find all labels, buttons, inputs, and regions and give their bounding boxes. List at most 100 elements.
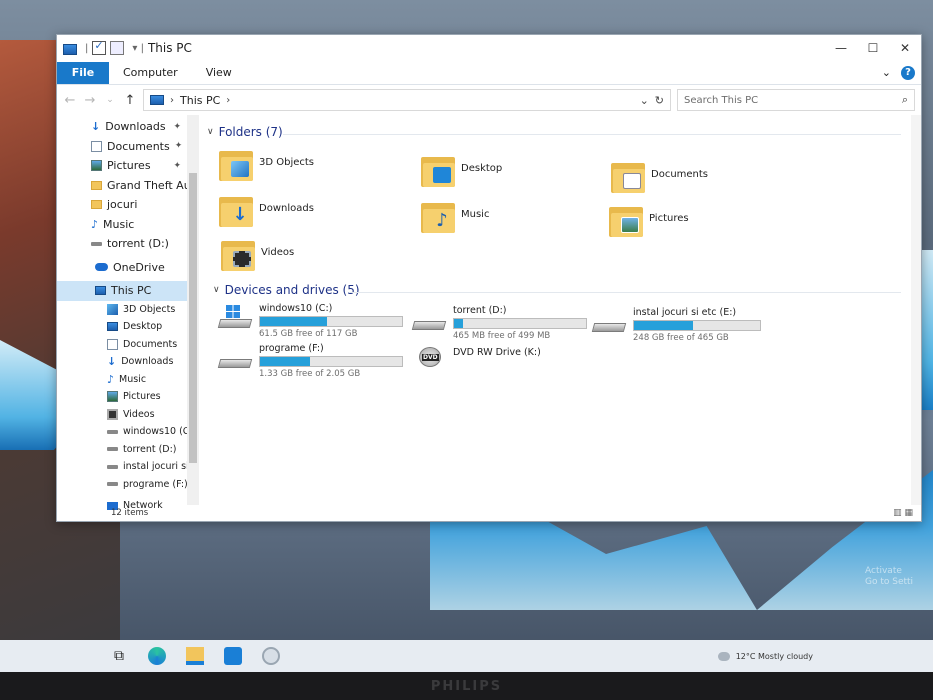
- folder-documents[interactable]: Documents: [611, 163, 791, 193]
- sidebar-item-videos-pc[interactable]: Videos: [57, 406, 199, 424]
- drive-icon: [107, 447, 118, 452]
- windows-drive-icon: [217, 303, 253, 331]
- folder-label: Documents: [651, 169, 709, 180]
- content-scrollbar[interactable]: [911, 115, 921, 505]
- sidebar-scroll-thumb[interactable]: [189, 173, 197, 463]
- edge-browser-icon[interactable]: [148, 647, 166, 665]
- sidebar-item-drive-e[interactable]: instal jocuri si et: [57, 458, 199, 476]
- drive-d[interactable]: torrent (D:) 465 MB free of 499 MB: [411, 305, 603, 341]
- search-placeholder: Search This PC: [684, 94, 759, 106]
- sidebar-item-pictures[interactable]: Pictures ✦: [57, 156, 199, 176]
- drive-name: torrent (D:): [453, 305, 507, 316]
- help-icon[interactable]: ?: [901, 65, 915, 80]
- file-explorer-window: | ▾ | This PC — ☐ ✕ File Computer View ⌄…: [56, 34, 922, 522]
- sidebar-item-label: programe (F:): [123, 478, 188, 490]
- window-title: This PC: [147, 41, 192, 55]
- status-bar: 12 items ▥ ▦: [57, 505, 921, 521]
- explorer-body: ↓ Downloads ✦ Documents ✦ Pictures ✦ Gra…: [57, 115, 921, 511]
- sidebar-item-drive-f[interactable]: programe (F:): [57, 476, 199, 494]
- sidebar-item-downloads-pc[interactable]: ↓ Downloads: [57, 353, 199, 371]
- sidebar-item-torrent[interactable]: torrent (D:): [57, 234, 199, 254]
- section-title: Folders (7): [218, 125, 283, 139]
- drive-icon: [107, 429, 118, 434]
- forward-arrow-icon[interactable]: →: [83, 93, 97, 108]
- maximize-button[interactable]: ☐: [857, 41, 889, 55]
- drive-usage-fill: [260, 357, 310, 366]
- sidebar-item-label: Documents: [123, 338, 178, 350]
- store-icon[interactable]: [224, 647, 242, 665]
- up-arrow-icon[interactable]: ↑: [123, 93, 137, 108]
- file-explorer-icon[interactable]: [186, 647, 204, 665]
- sidebar-item-label: Downloads: [121, 356, 174, 368]
- hard-drive-icon: [217, 343, 253, 371]
- recent-locations-chevron-icon[interactable]: ⌄: [103, 95, 117, 105]
- sidebar-scrollbar[interactable]: [187, 115, 199, 505]
- drive-usage-bar: [633, 320, 761, 331]
- weather-widget[interactable]: 12°C Mostly cloudy: [717, 651, 933, 661]
- minimize-button[interactable]: —: [825, 41, 857, 55]
- sidebar-item-music[interactable]: ♪ Music: [57, 215, 199, 235]
- tab-computer[interactable]: Computer: [109, 66, 192, 79]
- folder-downloads[interactable]: ↓ Downloads: [219, 197, 399, 227]
- sidebar-item-grand-theft-auto[interactable]: Grand Theft Aut: [57, 176, 199, 196]
- expand-ribbon-chevron-icon[interactable]: ⌄: [882, 66, 891, 79]
- breadcrumb-separator-icon[interactable]: ›: [170, 95, 174, 106]
- breadcrumb-this-pc[interactable]: This PC: [180, 94, 220, 107]
- back-arrow-icon[interactable]: ←: [63, 93, 77, 108]
- sidebar-item-pictures-pc[interactable]: Pictures: [57, 388, 199, 406]
- drive-f[interactable]: programe (F:) 1.33 GB free of 2.05 GB: [217, 343, 409, 379]
- folder-3d-objects[interactable]: 3D Objects: [219, 151, 399, 181]
- close-button[interactable]: ✕: [889, 41, 921, 55]
- search-icon: ⌕: [901, 93, 908, 106]
- sidebar-item-this-pc[interactable]: This PC: [57, 281, 187, 301]
- address-bar[interactable]: › This PC › ⌄ ↻: [143, 89, 671, 111]
- drive-name: windows10 (C:): [259, 303, 333, 314]
- sidebar-item-jocuri[interactable]: jocuri: [57, 195, 199, 215]
- search-input[interactable]: Search This PC ⌕: [677, 89, 915, 111]
- title-bar[interactable]: | ▾ | This PC — ☐ ✕: [57, 35, 921, 61]
- drive-free-space: 61.5 GB free of 117 GB: [259, 329, 358, 339]
- drive-icon: [91, 241, 102, 246]
- sidebar-item-music-pc[interactable]: ♪ Music: [57, 371, 199, 389]
- view-toggle-icons[interactable]: ▥ ▦: [893, 508, 913, 518]
- sidebar-item-downloads[interactable]: ↓ Downloads ✦: [57, 117, 199, 137]
- drives-section-header[interactable]: ∨ Devices and drives (5): [213, 283, 360, 297]
- collapse-chevron-icon[interactable]: ∨: [207, 127, 214, 137]
- sidebar-item-desktop[interactable]: Desktop: [57, 318, 199, 336]
- folder-desktop[interactable]: Desktop: [421, 157, 601, 187]
- drive-c[interactable]: windows10 (C:) 61.5 GB free of 117 GB: [217, 303, 409, 339]
- customize-quick-access-icon[interactable]: ▾ |: [132, 43, 144, 54]
- refresh-icon[interactable]: ↻: [655, 94, 664, 107]
- sidebar-item-label: windows10 (C:): [123, 426, 197, 438]
- monitor-bezel: PHILIPS: [0, 672, 933, 700]
- new-folder-icon[interactable]: [110, 41, 125, 55]
- pictures-icon: [107, 391, 118, 403]
- folders-section-header[interactable]: ∨ Folders (7): [207, 125, 283, 139]
- tab-file[interactable]: File: [57, 61, 109, 84]
- folder-pictures[interactable]: Pictures: [609, 207, 789, 237]
- chrome-icon[interactable]: [262, 647, 280, 665]
- sidebar-item-onedrive[interactable]: OneDrive: [57, 258, 199, 278]
- section-title: Devices and drives (5): [224, 283, 360, 297]
- sidebar-item-label: Videos: [123, 408, 155, 420]
- sidebar-item-drive-d[interactable]: torrent (D:): [57, 441, 199, 459]
- task-view-icon[interactable]: ⧉: [110, 647, 128, 665]
- drive-name: programe (F:): [259, 343, 324, 354]
- sidebar-item-documents-pc[interactable]: Documents: [57, 336, 199, 354]
- tab-view[interactable]: View: [192, 66, 246, 79]
- drive-free-space: 1.33 GB free of 2.05 GB: [259, 369, 361, 379]
- sidebar-item-3d-objects[interactable]: 3D Objects: [57, 301, 199, 319]
- document-icon: [91, 140, 102, 152]
- breadcrumb-separator-icon[interactable]: ›: [226, 95, 230, 106]
- sidebar-item-label: Pictures: [107, 159, 151, 173]
- drive-e[interactable]: instal jocuri si etc (E:) 248 GB free of…: [591, 307, 783, 343]
- properties-icon[interactable]: [92, 39, 107, 55]
- collapse-chevron-icon[interactable]: ∨: [213, 285, 220, 295]
- sidebar-item-documents[interactable]: Documents ✦: [57, 137, 199, 157]
- address-history-chevron-icon[interactable]: ⌄: [640, 94, 649, 107]
- folder-videos[interactable]: Videos: [221, 241, 401, 271]
- sidebar-item-drive-c[interactable]: windows10 (C:): [57, 423, 199, 441]
- drive-k-dvd[interactable]: DVD DVD RW Drive (K:): [413, 347, 603, 375]
- onedrive-cloud-icon: [95, 263, 108, 272]
- folder-music[interactable]: ♪ Music: [421, 203, 601, 233]
